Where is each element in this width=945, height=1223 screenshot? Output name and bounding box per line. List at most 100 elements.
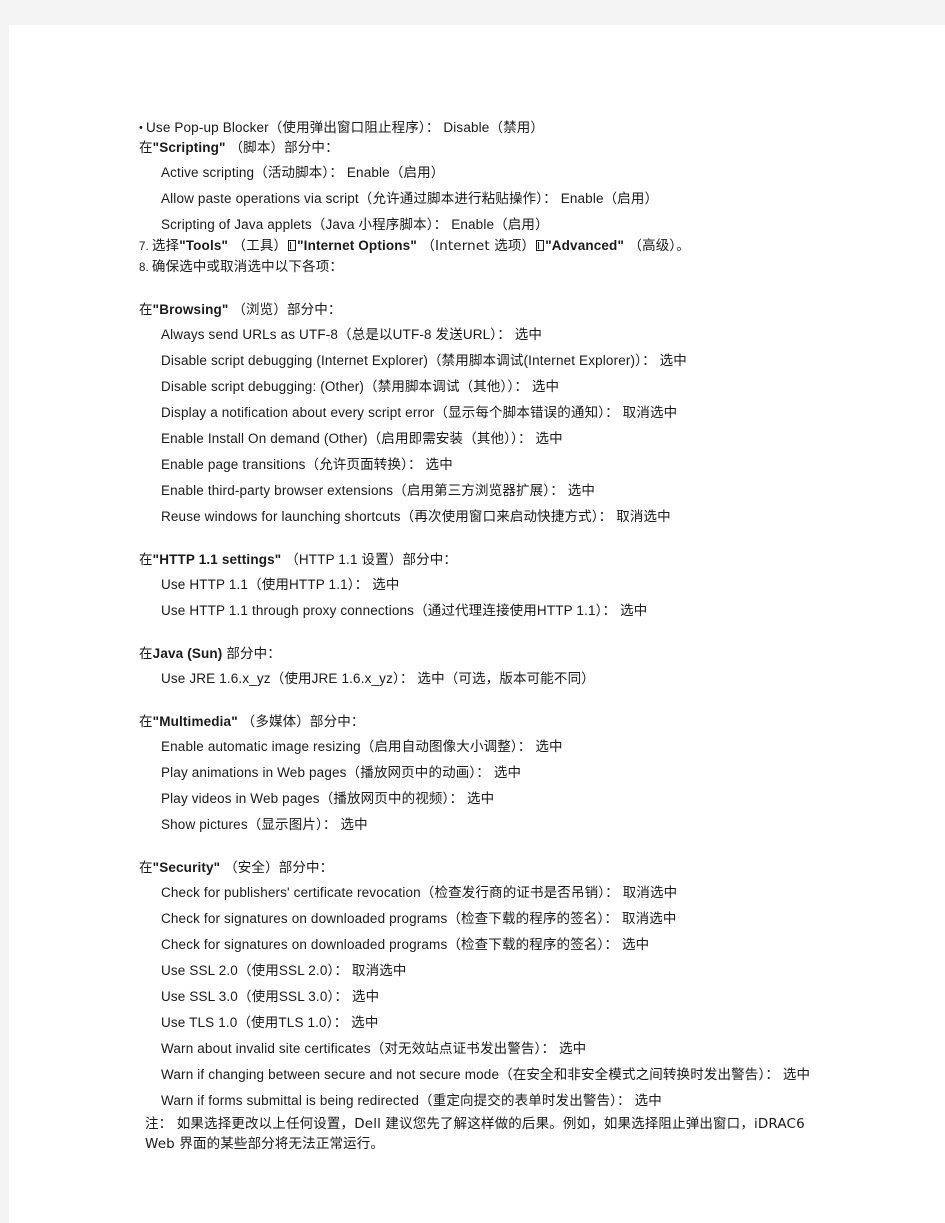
list-item: Check for signatures on downloaded progr… (161, 933, 899, 956)
list-item-label: Use SSL 3.0（使用SSL 3.0）： 选中 (161, 989, 380, 1004)
heading-suffix: （脚本）部分中： (225, 140, 339, 155)
list-item: Warn about invalid site certificates（对无效… (161, 1037, 899, 1060)
step-menu-advanced: "Advanced" (545, 238, 625, 253)
heading-prefix: 在 (139, 140, 153, 156)
heading-prefix: 在 (139, 552, 153, 568)
heading-prefix: 在 (139, 302, 153, 318)
heading-term: Java (Sun) (152, 646, 223, 661)
list-item: Check for publishers' certificate revoca… (161, 881, 899, 904)
section-heading-scripting: 在"Scripting" （脚本）部分中： (139, 138, 899, 158)
list-item-label: Enable automatic image resizing（启用自动图像大小… (161, 739, 563, 754)
heading-suffix: （浏览）部分中： (228, 302, 342, 317)
list-item: Display a notification about every scrip… (161, 401, 899, 424)
list-item: Scripting of Java applets（Java 小程序脚本）： E… (161, 213, 899, 236)
list-item-label: Enable third-party browser extensions（启用… (161, 483, 596, 498)
list-item: Use TLS 1.0（使用TLS 1.0）： 选中 (161, 1011, 899, 1034)
list-item-label: Warn if forms submittal is being redirec… (161, 1093, 662, 1108)
heading-term: "Multimedia" (152, 714, 238, 729)
list-item: Enable page transitions（允许页面转换）： 选中 (161, 453, 899, 476)
list-item: Use HTTP 1.1（使用HTTP 1.1）： 选中 (161, 573, 899, 596)
numbered-step-7: 7. 选择"Tools" （工具） "Internet Options" （Inte… (139, 236, 899, 257)
list-item-label: Use Pop-up Blocker（使用弹出窗口阻止程序）： Disable（… (146, 120, 545, 135)
step-number: 7. (139, 241, 149, 253)
step-text-a: 选择 (151, 238, 180, 254)
list-item: Always send URLs as UTF-8（总是以UTF-8 发送URL… (161, 323, 899, 346)
heading-term: "HTTP 1.1 settings" (152, 552, 282, 567)
step-number: 8. (139, 262, 149, 274)
list-item-label: Use TLS 1.0（使用TLS 1.0）： 选中 (161, 1015, 379, 1030)
list-item-label: Reuse windows for launching shortcuts（再次… (161, 509, 671, 524)
step-text-b: （工具） (228, 238, 288, 254)
step-text: 确保选中或取消选中以下各项： (151, 259, 344, 275)
arrow-separator-icon (288, 240, 297, 251)
list-item: Enable Install On demand (Other)（启用即需安装（… (161, 427, 899, 450)
arrow-separator-icon (536, 240, 545, 251)
list-item: Active scripting（活动脚本）： Enable（启用） (161, 161, 899, 184)
list-item: Check for signatures on downloaded progr… (161, 907, 899, 930)
heading-term: "Security" (152, 860, 221, 875)
list-item-label: Show pictures（显示图片）： 选中 (161, 817, 368, 832)
heading-suffix: （多媒体）部分中： (237, 714, 365, 729)
list-item-label: Active scripting（活动脚本）： Enable（启用） (161, 165, 445, 180)
list-item: Show pictures（显示图片）： 选中 (161, 813, 899, 836)
list-item-label: Play animations in Web pages（播放网页中的动画）： … (161, 765, 522, 780)
section-heading-security: 在"Security" （安全）部分中： (139, 858, 899, 878)
list-item-label: Warn about invalid site certificates（对无效… (161, 1041, 587, 1056)
heading-suffix: 部分中： (222, 646, 281, 661)
list-item-label: Display a notification about every scrip… (161, 405, 678, 420)
list-item: Play animations in Web pages（播放网页中的动画）： … (161, 761, 899, 784)
list-item: Reuse windows for launching shortcuts（再次… (161, 505, 899, 528)
list-item: Disable script debugging: (Other)（禁用脚本调试… (161, 375, 899, 398)
heading-suffix: （HTTP 1.1 设置）部分中： (281, 552, 458, 567)
list-item-label: Play videos in Web pages（播放网页中的视频）： 选中 (161, 791, 495, 806)
list-item: Enable third-party browser extensions（启用… (161, 479, 899, 502)
section-heading-multimedia: 在"Multimedia" （多媒体）部分中： (139, 712, 899, 732)
list-item-label: Always send URLs as UTF-8（总是以UTF-8 发送URL… (161, 327, 543, 342)
document-page: • Use Pop-up Blocker（使用弹出窗口阻止程序）： Disable… (0, 0, 945, 1223)
heading-term: "Scripting" (152, 140, 226, 155)
list-item-label: Enable page transitions（允许页面转换）： 选中 (161, 457, 453, 472)
section-heading-http11: 在"HTTP 1.1 settings" （HTTP 1.1 设置）部分中： (139, 550, 899, 570)
list-item: Warn if changing between secure and not … (161, 1063, 899, 1086)
list-item: Use JRE 1.6.x_yz（使用JRE 1.6.x_yz）： 选中（可选，… (161, 667, 899, 690)
list-item-label: Use HTTP 1.1（使用HTTP 1.1）： 选中 (161, 577, 400, 592)
heading-prefix: 在 (139, 714, 153, 730)
list-item: • Use Pop-up Blocker（使用弹出窗口阻止程序）： Disable… (139, 118, 899, 138)
list-item-label: Use HTTP 1.1 through proxy connections（通… (161, 603, 648, 618)
section-heading-browsing: 在"Browsing" （浏览）部分中： (139, 300, 899, 320)
list-item: Use SSL 3.0（使用SSL 3.0）： 选中 (161, 985, 899, 1008)
list-item: Allow paste operations via script（允许通过脚本… (161, 187, 899, 210)
list-item-label: Disable script debugging: (Other)（禁用脚本调试… (161, 379, 560, 394)
list-item: Play videos in Web pages（播放网页中的视频）： 选中 (161, 787, 899, 810)
step-menu-internet-options: "Internet Options" (297, 238, 417, 253)
heading-prefix: 在 (139, 860, 153, 876)
list-item-label: Disable script debugging (Internet Explo… (161, 353, 687, 368)
section-heading-java-sun: 在Java (Sun) 部分中： (139, 644, 899, 664)
note-text: 注： 如果选择更改以上任何设置，Dell 建议您先了解这样做的后果。例如，如果选… (145, 1116, 805, 1152)
step-menu-tools: "Tools" (179, 238, 229, 253)
list-item-label: Use JRE 1.6.x_yz（使用JRE 1.6.x_yz）： 选中（可选，… (161, 671, 595, 686)
list-item-label: Use SSL 2.0（使用SSL 2.0）： 取消选中 (161, 963, 407, 978)
page-top-margin-band (0, 0, 945, 25)
list-item: Use SSL 2.0（使用SSL 2.0）： 取消选中 (161, 959, 899, 982)
list-item-label: Check for signatures on downloaded progr… (161, 911, 677, 926)
heading-suffix: （安全）部分中： (220, 860, 334, 875)
list-item-label: Check for signatures on downloaded progr… (161, 937, 650, 952)
document-content: • Use Pop-up Blocker（使用弹出窗口阻止程序）： Disable… (139, 118, 899, 1154)
list-item-label: Warn if changing between secure and not … (161, 1067, 811, 1082)
list-item-label: Allow paste operations via script（允许通过脚本… (161, 191, 659, 206)
page-left-margin-band (0, 0, 9, 1223)
list-item: Enable automatic image resizing（启用自动图像大小… (161, 735, 899, 758)
list-item: Warn if forms submittal is being redirec… (161, 1089, 899, 1112)
numbered-step-8: 8. 确保选中或取消选中以下各项： (139, 257, 899, 278)
heading-term: "Browsing" (152, 302, 229, 317)
bullet-icon: • (139, 122, 144, 134)
heading-prefix: 在 (139, 646, 153, 662)
note-paragraph: 注： 如果选择更改以上任何设置，Dell 建议您先了解这样做的后果。例如，如果选… (145, 1114, 805, 1154)
list-item: Disable script debugging (Internet Explo… (161, 349, 899, 372)
list-item: Use HTTP 1.1 through proxy connections（通… (161, 599, 899, 622)
list-item-label: Enable Install On demand (Other)（启用即需安装（… (161, 431, 563, 446)
step-text-d: （高级）。 (624, 238, 690, 254)
step-text-c: （Internet 选项） (416, 238, 536, 254)
list-item-label: Check for publishers' certificate revoca… (161, 885, 678, 900)
